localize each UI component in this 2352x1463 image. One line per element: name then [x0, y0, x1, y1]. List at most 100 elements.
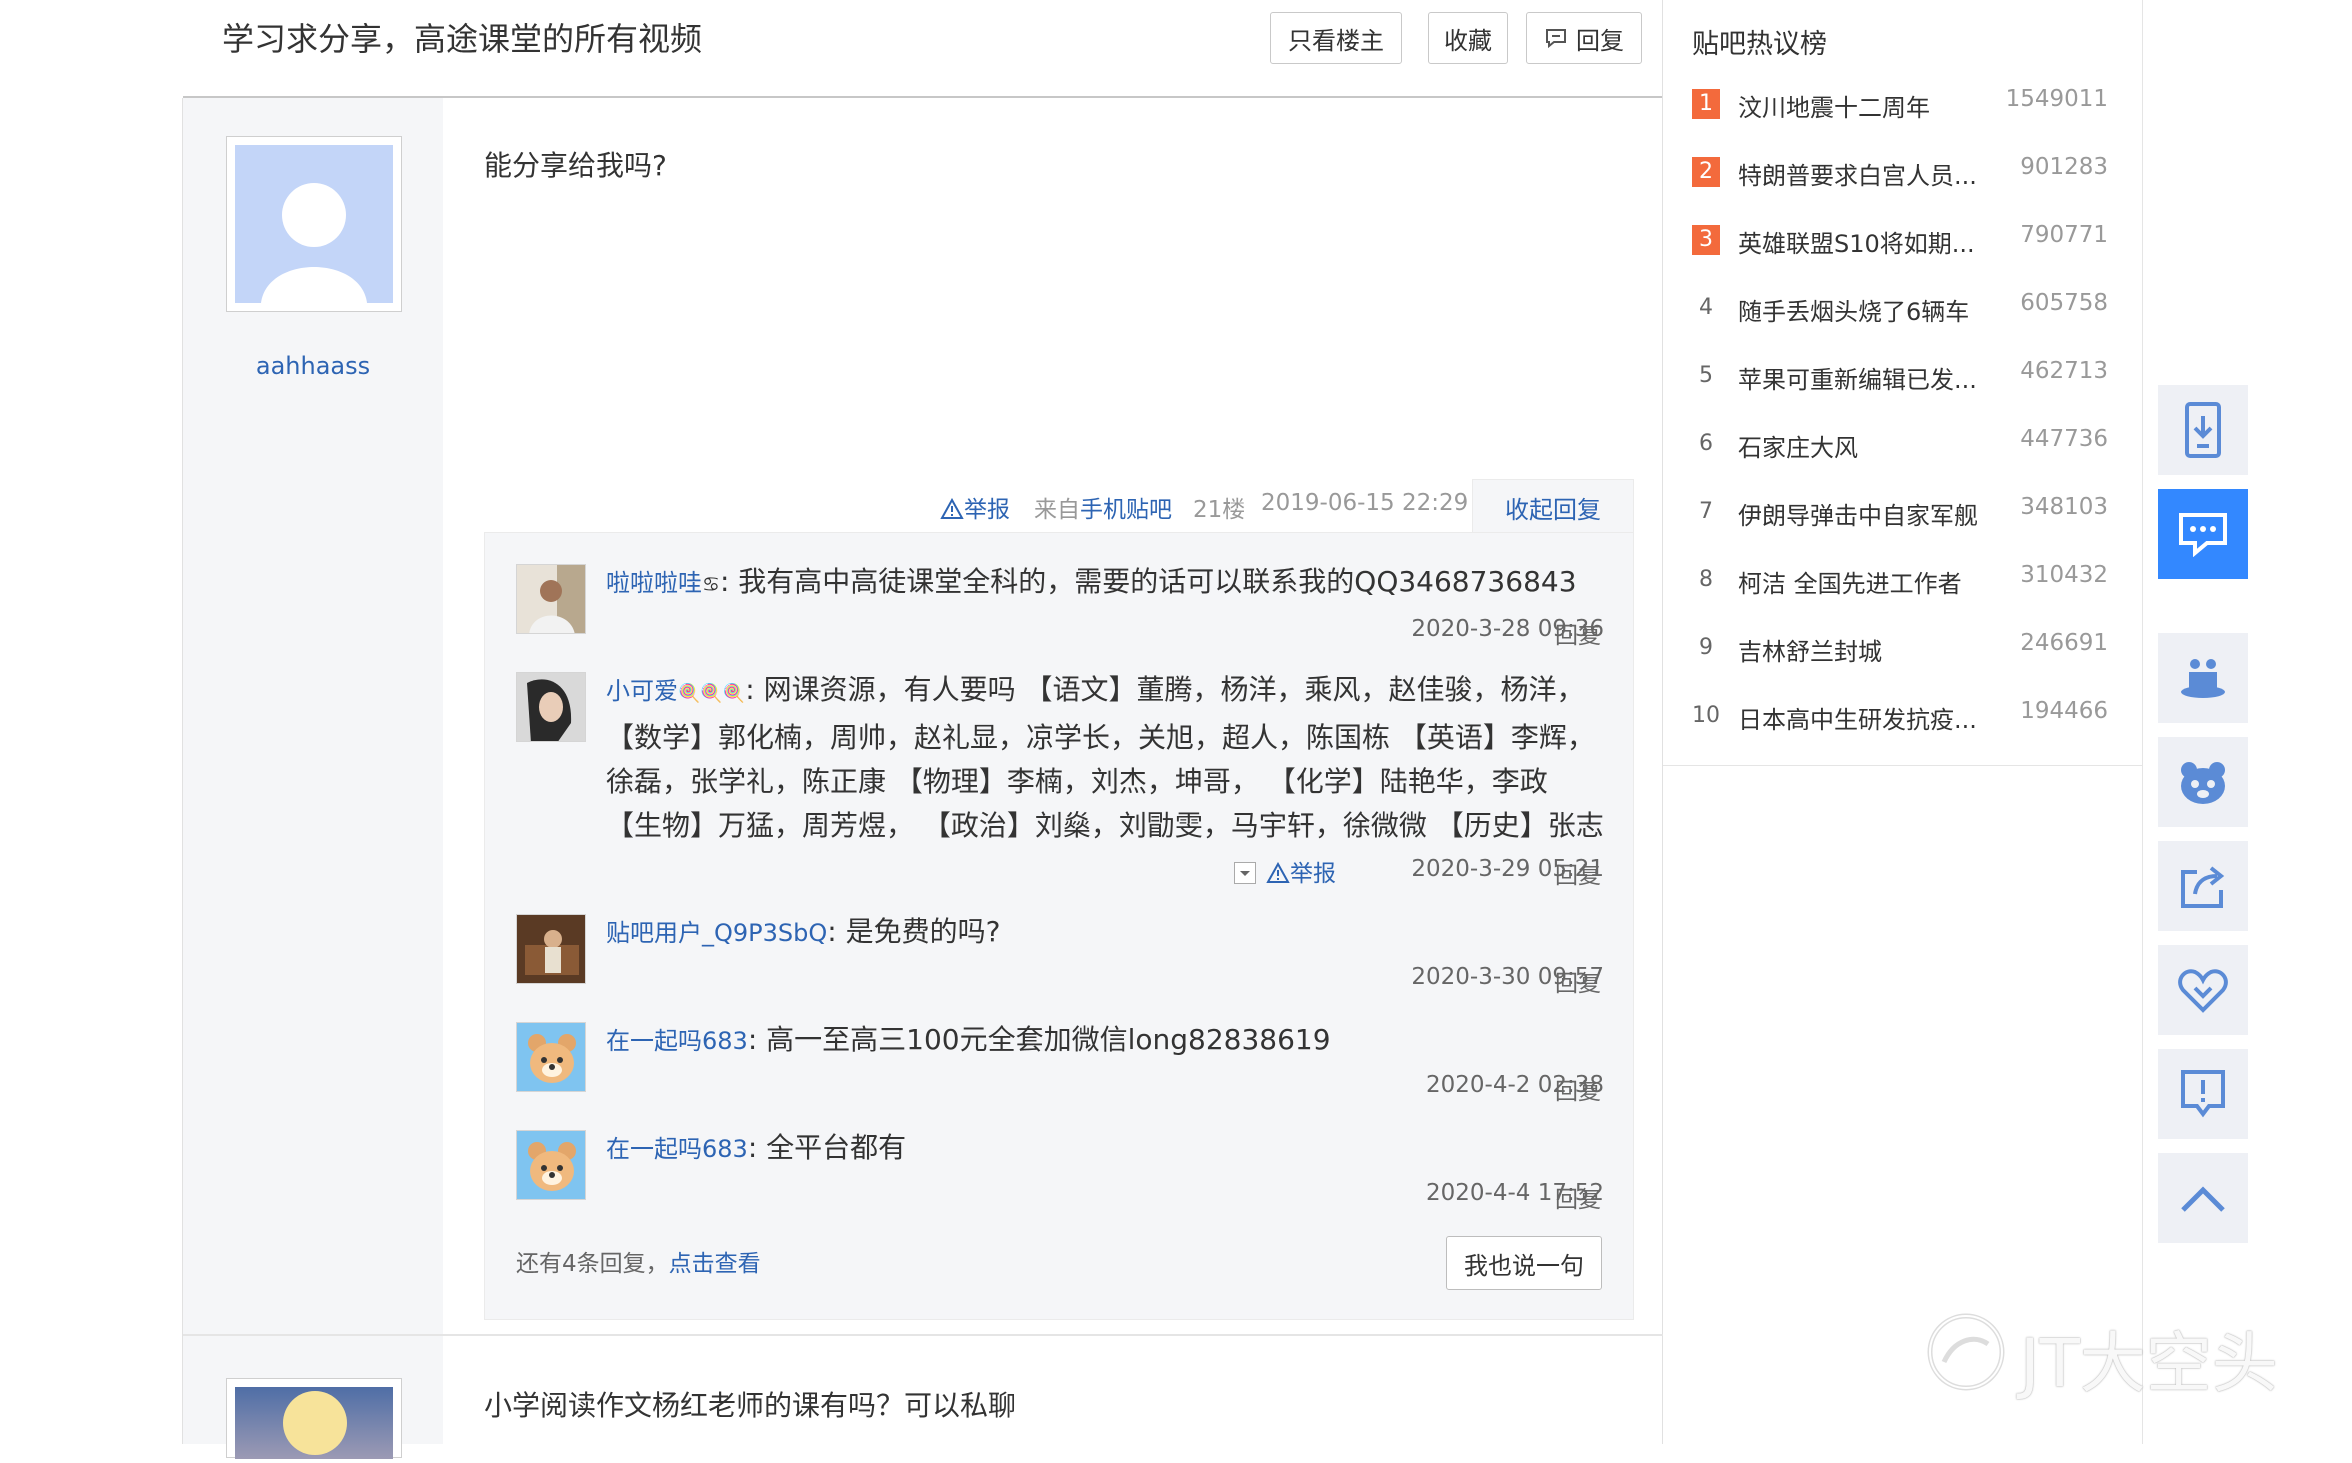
- more-replies: 还有4条回复，点击查看: [516, 1244, 761, 1278]
- source-app-link[interactable]: 手机贴吧: [1080, 497, 1172, 523]
- reply-button[interactable]: 回复: [1555, 856, 1601, 890]
- default-avatar-icon: [235, 145, 393, 303]
- comment-icon: [1546, 29, 1566, 49]
- hot-item-count: 462713: [2020, 358, 2108, 384]
- hot-list-item[interactable]: 8 柯洁 全国先进工作者 310432: [1692, 560, 2112, 600]
- hot-rank-badge: 8: [1699, 567, 1713, 592]
- back-to-top-button[interactable]: [2158, 1153, 2248, 1243]
- author-avatar[interactable]: [226, 136, 402, 312]
- view-more-link[interactable]: 点击查看: [669, 1251, 761, 1277]
- hot-list-item[interactable]: 6 石家庄大风 447736: [1692, 424, 2112, 464]
- reply-content: 高一至高三100元全套加微信long82838619: [766, 1023, 1331, 1056]
- bear-avatar-icon: [517, 1023, 585, 1091]
- reply-button[interactable]: 回复: [1555, 1072, 1601, 1106]
- dropdown-toggle[interactable]: [1234, 862, 1256, 884]
- thread-title: 学习求分享，高途课堂的所有视频: [222, 20, 703, 58]
- watermark-logo-icon: [1924, 1310, 2008, 1398]
- hot-item-count: 1549011: [2005, 86, 2108, 112]
- author-avatar[interactable]: [226, 1378, 402, 1459]
- report-tool-button[interactable]: [2158, 1049, 2248, 1139]
- hot-list-item[interactable]: 4 随手丢烟头烧了6辆车 605758: [1692, 288, 2112, 328]
- post-content-2: 小学阅读作文杨红老师的课有吗？可以私聊: [484, 1389, 1017, 1422]
- author-username[interactable]: aahhaass: [183, 352, 443, 380]
- collapse-replies-tab[interactable]: 收起回复: [1472, 479, 1634, 535]
- favorite-button[interactable]: 收藏: [1428, 12, 1508, 64]
- hot-item-title[interactable]: 苹果可重新编辑已发...: [1738, 360, 1977, 395]
- hot-rank-badge: 9: [1699, 635, 1713, 660]
- hot-item-count: 447736: [2020, 426, 2108, 452]
- say-something-button[interactable]: 我也说一句: [1446, 1236, 1602, 1290]
- chevron-up-icon: [2181, 1186, 2225, 1212]
- warning-icon: [1266, 861, 1290, 883]
- reply-text: 小可爱🍭🍭🍭: 网课资源，有人要吗 【语文】董腾，杨洋，乘风，赵佳骏，杨洋， 【…: [606, 668, 1604, 848]
- hot-item-title[interactable]: 吉林舒兰封城: [1738, 632, 1882, 667]
- hot-item-title[interactable]: 随手丢烟头烧了6辆车: [1738, 292, 1969, 327]
- post-frame-left: [182, 98, 183, 1444]
- share-icon: [2181, 866, 2225, 908]
- hot-item-title[interactable]: 英雄联盟S10将如期...: [1738, 224, 1975, 259]
- reply-button[interactable]: 回复: [1555, 616, 1601, 650]
- download-app-button[interactable]: [2158, 385, 2248, 475]
- reply-content: 我有高中高徒课堂全科的，需要的话可以联系我的QQ3468736843: [738, 565, 1577, 598]
- hot-list-item[interactable]: 3 英雄联盟S10将如期... 790771: [1692, 220, 2112, 260]
- reply-content-line: 【生物】万猛，周芳煜， 【政治】刘燊，刘勖雯，马宇轩，徐微微 【历史】张志: [606, 809, 1604, 842]
- reply-button[interactable]: 回复: [1555, 964, 1601, 998]
- reply-avatar[interactable]: [516, 672, 586, 742]
- hot-list-item[interactable]: 5 苹果可重新编辑已发... 462713: [1692, 356, 2112, 396]
- heart-icon: [2178, 969, 2228, 1013]
- hot-rank-badge: 2: [1692, 157, 1720, 187]
- report-link[interactable]: 举报: [940, 490, 1010, 524]
- hot-item-count: 348103: [2020, 494, 2108, 520]
- hot-item-title[interactable]: 柯洁 全国先进工作者: [1738, 564, 1962, 599]
- magic-hat-icon: [2181, 659, 2225, 698]
- hot-item-title[interactable]: 汶川地震十二周年: [1738, 88, 1930, 123]
- hot-item-count: 246691: [2020, 630, 2108, 656]
- reply-username[interactable]: 贴吧用户_Q9P3SbQ: [606, 919, 827, 947]
- hot-item-count: 194466: [2020, 698, 2108, 724]
- hot-rank-badge: 10: [1692, 703, 1720, 728]
- only-op-button[interactable]: 只看楼主: [1270, 12, 1402, 64]
- hot-list-item[interactable]: 2 特朗普要求白宫人员... 901283: [1692, 152, 2112, 192]
- hot-item-title[interactable]: 石家庄大风: [1738, 428, 1858, 463]
- chevron-down-icon: [1240, 871, 1250, 876]
- reply-username[interactable]: 啦啦啦哇: [606, 569, 702, 597]
- bear-button[interactable]: [2158, 737, 2248, 827]
- chat-button[interactable]: [2158, 489, 2248, 579]
- reply-avatar[interactable]: [516, 914, 586, 984]
- hot-item-title[interactable]: 日本高中生研发抗疫...: [1738, 700, 1977, 735]
- reply-username[interactable]: 在一起吗683: [606, 1027, 748, 1055]
- reply-button[interactable]: 回复: [1555, 1180, 1601, 1214]
- like-button[interactable]: [2158, 945, 2248, 1035]
- user-photo-avatar: [517, 565, 585, 633]
- reply-thread-button[interactable]: 回复: [1526, 12, 1642, 64]
- reply-text: 啦啦啦哇♋: 我有高中高徒课堂全科的，需要的话可以联系我的QQ346873684…: [606, 565, 1577, 598]
- reply-thread-label: 回复: [1576, 26, 1624, 55]
- hot-list-item[interactable]: 10 日本高中生研发抗疫... 194466: [1692, 696, 2112, 736]
- share-button[interactable]: [2158, 841, 2248, 931]
- hot-list-item[interactable]: 9 吉林舒兰封城 246691: [1692, 628, 2112, 668]
- hot-list-item[interactable]: 7 伊朗导弹击中自家军舰 348103: [1692, 492, 2112, 532]
- reply-username[interactable]: 小可爱: [606, 677, 678, 705]
- post-datetime: 2019-06-15 22:29: [1261, 490, 1469, 516]
- reply-username[interactable]: 在一起吗683: [606, 1135, 748, 1163]
- hot-item-count: 605758: [2020, 290, 2108, 316]
- report-label: 举报: [964, 497, 1010, 523]
- floor-number: 21楼: [1193, 497, 1246, 523]
- reply-content-line: 徐磊，张学礼，陈正康 【物理】李楠，刘杰，坤哥， 【化学】陆艳华，李政: [606, 765, 1548, 798]
- reply-avatar[interactable]: [516, 1022, 586, 1092]
- reply-text: 在一起吗683: 全平台都有: [606, 1131, 907, 1164]
- magic-hat-button[interactable]: [2158, 633, 2248, 723]
- hot-item-title[interactable]: 伊朗导弹击中自家军舰: [1738, 496, 1978, 531]
- lollipop-badge-icon: 🍭🍭🍭: [678, 683, 746, 704]
- bear-avatar-icon: [517, 1131, 585, 1199]
- reply-avatar[interactable]: [516, 1130, 586, 1200]
- chat-bubble-icon: [2179, 513, 2227, 557]
- reply-avatar[interactable]: [516, 564, 586, 634]
- reply-text: 贴吧用户_Q9P3SbQ: 是免费的吗?: [606, 915, 1001, 948]
- sidebar-border: [2142, 0, 2143, 1444]
- hot-list-item[interactable]: 1 汶川地震十二周年 1549011: [1692, 84, 2112, 124]
- moon-avatar-icon: [235, 1387, 393, 1459]
- reply-report-link[interactable]: 举报: [1266, 854, 1336, 888]
- hot-item-title[interactable]: 特朗普要求白宫人员...: [1738, 156, 1977, 191]
- post-frame-right: [1662, 0, 1663, 1444]
